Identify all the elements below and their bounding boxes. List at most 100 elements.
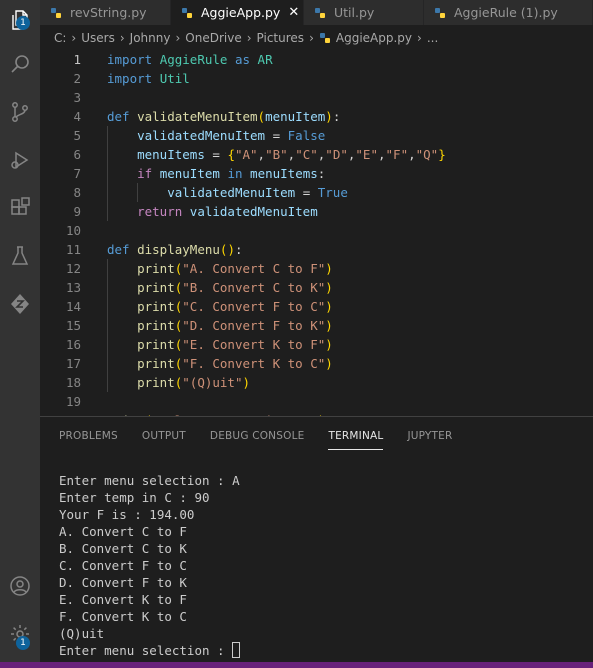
terminal-line: A. Convert C to F — [59, 524, 187, 539]
terminal-cursor — [232, 642, 241, 658]
terminal-prompt: Enter menu selection : — [59, 643, 233, 658]
code-line[interactable]: 13 print("B. Convert C to K") — [40, 278, 593, 297]
breadcrumb-users[interactable]: Users — [81, 31, 115, 45]
code-text: def displayMenu(): — [107, 242, 243, 257]
editor-tab-bar: revString.py AggieApp.py ✕ Util.py Aggie… — [40, 0, 593, 25]
search-icon[interactable] — [0, 44, 40, 84]
code-line[interactable]: 5 validatedMenuItem = False — [40, 126, 593, 145]
terminal-line: E. Convert K to F — [59, 592, 187, 607]
breadcrumb-more[interactable]: ... — [427, 31, 438, 45]
line-number: 12 — [65, 261, 81, 276]
testing-icon[interactable] — [0, 236, 40, 276]
tab-problems[interactable]: PROBLEMS — [59, 417, 118, 451]
line-number: 9 — [73, 204, 81, 219]
source-control-icon[interactable] — [0, 92, 40, 132]
breadcrumb-onedrive[interactable]: OneDrive — [185, 31, 241, 45]
code-text: import AggieRule as AR — [107, 52, 273, 67]
explorer-badge: 1 — [16, 16, 30, 30]
line-number: 6 — [73, 147, 81, 162]
code-text: print("C. Convert F to C") — [137, 299, 333, 314]
breadcrumb-johnny[interactable]: Johnny — [130, 31, 171, 45]
code-line[interactable]: 10 — [40, 221, 593, 240]
breadcrumb: C: › Users › Johnny › OneDrive › Picture… — [40, 25, 593, 50]
tab-output[interactable]: OUTPUT — [142, 417, 186, 451]
terminal-line: D. Convert F to K — [59, 575, 187, 590]
code-line[interactable]: 19 — [40, 392, 593, 411]
close-icon[interactable]: ✕ — [288, 5, 299, 20]
code-line[interactable]: 1 import AggieRule as AR — [40, 50, 593, 69]
code-text: print("(Q)uit") — [137, 375, 251, 390]
terminal-output[interactable]: Enter menu selection : A Enter temp in C… — [59, 472, 241, 659]
line-number: 7 — [73, 166, 81, 181]
terminal-line: C. Convert F to C — [59, 558, 187, 573]
code-text: print("B. Convert C to K") — [137, 280, 333, 295]
run-debug-icon[interactable] — [0, 140, 40, 180]
status-bar — [0, 662, 593, 668]
code-line[interactable]: 4 def validateMenuItem(menuItem): — [40, 107, 593, 126]
chevron-right-icon: › — [246, 30, 252, 45]
settings-badge: 1 — [16, 636, 30, 650]
terminal-line: Your F is : 194.00 — [59, 507, 195, 522]
breadcrumb-drive[interactable]: C: — [54, 31, 66, 45]
code-line[interactable]: 6 menuItems = {"A","B","C","D","E","F","… — [40, 145, 593, 164]
terminal-line: Enter temp in C : 90 — [59, 490, 210, 505]
code-line[interactable]: 15 print("D. Convert F to K") — [40, 316, 593, 335]
python-file-icon — [319, 32, 330, 43]
line-number: 8 — [73, 185, 81, 200]
tab-aggieapp[interactable]: AggieApp.py ✕ — [171, 0, 304, 25]
tab-aggierule[interactable]: AggieRule (1).py — [424, 0, 593, 25]
tab-terminal[interactable]: TERMINAL — [328, 417, 384, 450]
code-line[interactable]: 14 print("C. Convert F to C") — [40, 297, 593, 316]
code-line[interactable]: 8 validatedMenuItem = True — [40, 183, 593, 202]
code-line[interactable]: 11 def displayMenu(): — [40, 240, 593, 259]
extensions-icon[interactable] — [0, 188, 40, 228]
code-text: print("E. Convert K to F") — [137, 337, 333, 352]
line-number: 4 — [73, 109, 81, 124]
code-line[interactable]: 7 if menuItem in menuItems: — [40, 164, 593, 183]
code-text: if menuItem in menuItems: — [137, 166, 326, 181]
line-number: 17 — [65, 356, 81, 371]
python-file-icon — [51, 7, 61, 18]
code-editor[interactable]: 1 import AggieRule as AR 2 import Util 3 4 def… — [40, 50, 593, 416]
code-text: print("F. Convert K to C") — [137, 356, 333, 371]
chevron-right-icon: › — [309, 30, 314, 45]
code-line[interactable]: 16 print("E. Convert K to F") — [40, 335, 593, 354]
code-text: return validatedMenuItem — [137, 204, 318, 219]
line-number: 16 — [65, 337, 81, 352]
code-text: import Util — [107, 71, 190, 86]
panel-tabs: PROBLEMS OUTPUT DEBUG CONSOLE TERMINAL J… — [59, 417, 477, 451]
line-number: 13 — [65, 280, 81, 295]
code-line[interactable]: 12 print("A. Convert C to F") — [40, 259, 593, 278]
chevron-right-icon: › — [71, 30, 77, 45]
aggie-icon[interactable] — [0, 284, 40, 324]
tab-jupyter[interactable]: JUPYTER — [407, 417, 452, 451]
python-file-icon — [435, 7, 445, 18]
activity-bar: 1 1 — [0, 0, 40, 668]
terminal-line: (Q)uit — [59, 626, 105, 641]
tab-util[interactable]: Util.py — [304, 0, 424, 25]
code-text: print("A. Convert C to F") — [137, 261, 333, 276]
code-line[interactable]: 3 — [40, 88, 593, 107]
account-icon[interactable] — [0, 566, 40, 606]
chevron-right-icon: › — [175, 30, 181, 45]
breadcrumb-file[interactable]: AggieApp.py — [336, 31, 412, 45]
tab-label: AggieRule (1).py — [454, 5, 558, 20]
terminal-line: F. Convert K to C — [59, 609, 187, 624]
terminal-line: Enter menu selection : A — [59, 473, 240, 488]
line-number: 18 — [65, 375, 81, 390]
bottom-panel: PROBLEMS OUTPUT DEBUG CONSOLE TERMINAL J… — [40, 416, 593, 668]
code-line[interactable]: 18 print("(Q)uit") — [40, 373, 593, 392]
code-text: menuItems = {"A","B","C","D","E","F","Q"… — [137, 147, 446, 162]
tab-revstring[interactable]: revString.py — [40, 0, 171, 25]
code-line[interactable]: 17 print("F. Convert K to C") — [40, 354, 593, 373]
python-file-icon — [182, 7, 192, 18]
breadcrumb-pictures[interactable]: Pictures — [257, 31, 305, 45]
line-number: 3 — [73, 90, 81, 105]
code-line[interactable]: 9 return validatedMenuItem — [40, 202, 593, 221]
tab-debug-console[interactable]: DEBUG CONSOLE — [210, 417, 305, 451]
line-number: 15 — [65, 318, 81, 333]
code-line[interactable]: 2 import Util — [40, 69, 593, 88]
terminal-prompt-line[interactable]: Enter menu selection : — [59, 642, 241, 659]
tab-label: revString.py — [70, 5, 147, 20]
tab-label: AggieApp.py — [201, 5, 281, 20]
